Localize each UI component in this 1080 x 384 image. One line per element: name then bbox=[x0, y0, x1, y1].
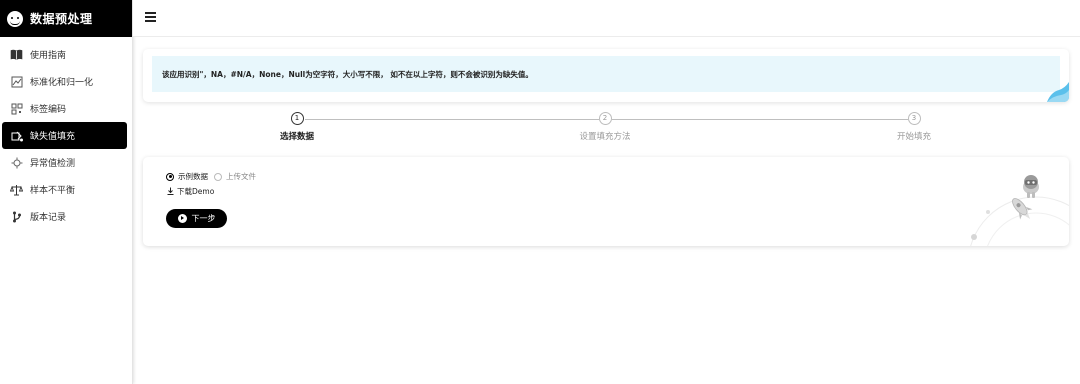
step-set-fill-method[interactable]: 2 设置填充方法 bbox=[565, 112, 645, 142]
qr-code-icon bbox=[10, 102, 23, 115]
step-connector bbox=[305, 119, 599, 120]
chart-image-icon bbox=[10, 75, 23, 88]
download-demo-link[interactable]: 下载Demo bbox=[167, 186, 214, 197]
next-button-label: 下一步 bbox=[191, 214, 216, 223]
app-brand[interactable]: 数据预处理 bbox=[0, 0, 132, 37]
step-number: 3 bbox=[907, 112, 921, 125]
radio-label[interactable]: 示例数据 bbox=[178, 171, 208, 182]
data-source-options: 示例数据 上传文件 bbox=[166, 171, 262, 182]
radio-label[interactable]: 上传文件 bbox=[226, 171, 256, 182]
notice-card: 该应用识别"，NA，#N/A，None，Null为空字符，大小写不限， 如不在以… bbox=[143, 49, 1069, 102]
git-branch-icon bbox=[10, 210, 23, 223]
step-label: 开始填充 bbox=[896, 132, 931, 142]
notice-text: 该应用识别"，NA，#N/A，None，Null为空字符，大小写不限， 如不在以… bbox=[162, 69, 533, 79]
fill-icon bbox=[10, 129, 23, 142]
play-icon bbox=[177, 214, 187, 223]
sidebar-item-label: 异常值检测 bbox=[30, 159, 76, 169]
sidebar-item-label: 样本不平衡 bbox=[30, 186, 76, 196]
download-icon bbox=[167, 187, 174, 197]
step-number: 1 bbox=[290, 112, 304, 125]
book-icon bbox=[10, 48, 23, 61]
sidebar-item-version-history[interactable]: 版本记录 bbox=[0, 203, 132, 230]
sidebar-item-sample-imbalance[interactable]: 样本不平衡 bbox=[0, 176, 132, 203]
sidebar-item-label: 版本记录 bbox=[30, 213, 67, 223]
step-label: 设置填充方法 bbox=[579, 132, 631, 142]
next-step-button[interactable]: 下一步 bbox=[166, 209, 227, 228]
radio-upload-file[interactable] bbox=[214, 172, 222, 181]
notice-banner: 该应用识别"，NA，#N/A，None，Null为空字符，大小写不限， 如不在以… bbox=[152, 56, 1060, 92]
step-indicator: 1 选择数据 2 设置填充方法 3 开始填充 bbox=[143, 112, 1069, 146]
sidebar-item-guide[interactable]: 使用指南 bbox=[0, 41, 132, 68]
sidebar-item-label: 标签编码 bbox=[30, 105, 67, 115]
robot-face-icon bbox=[7, 10, 23, 27]
balance-scale-icon bbox=[10, 183, 23, 196]
step-number: 2 bbox=[598, 112, 612, 125]
step-start-fill[interactable]: 3 开始填充 bbox=[874, 112, 954, 142]
sidebar-item-label: 缺失值填充 bbox=[30, 132, 76, 142]
sidebar-item-label: 标准化和归一化 bbox=[30, 78, 94, 88]
step-select-data[interactable]: 1 选择数据 bbox=[257, 112, 337, 142]
step-label: 选择数据 bbox=[279, 132, 314, 142]
step-connector bbox=[612, 119, 908, 120]
app-title: 数据预处理 bbox=[30, 12, 93, 26]
detect-icon bbox=[10, 156, 23, 169]
download-label: 下载Demo bbox=[177, 187, 215, 196]
sidebar-item-missing-fill[interactable]: 缺失值填充 bbox=[2, 122, 127, 149]
radio-sample-data[interactable] bbox=[166, 172, 174, 181]
wave-decoration-icon bbox=[1047, 82, 1069, 102]
sidebar-item-label: 使用指南 bbox=[30, 51, 67, 61]
data-source-card: 示例数据 上传文件 下载Demo 下一步 bbox=[143, 157, 1069, 246]
top-bar bbox=[133, 0, 1080, 37]
hamburger-menu-icon[interactable] bbox=[145, 12, 156, 23]
sidebar-item-label-encoding[interactable]: 标签编码 bbox=[0, 95, 132, 122]
sidebar: 数据预处理 使用指南 标准化和归一化 标签编码 缺失值填充 异常值检测 样本不平… bbox=[0, 0, 133, 384]
sidebar-menu: 使用指南 标准化和归一化 标签编码 缺失值填充 异常值检测 样本不平衡 版本记录 bbox=[0, 37, 132, 230]
sidebar-item-normalization[interactable]: 标准化和归一化 bbox=[0, 68, 132, 95]
sidebar-item-outlier-detection[interactable]: 异常值检测 bbox=[0, 149, 132, 176]
robot-rocket-illustration bbox=[970, 175, 1069, 246]
